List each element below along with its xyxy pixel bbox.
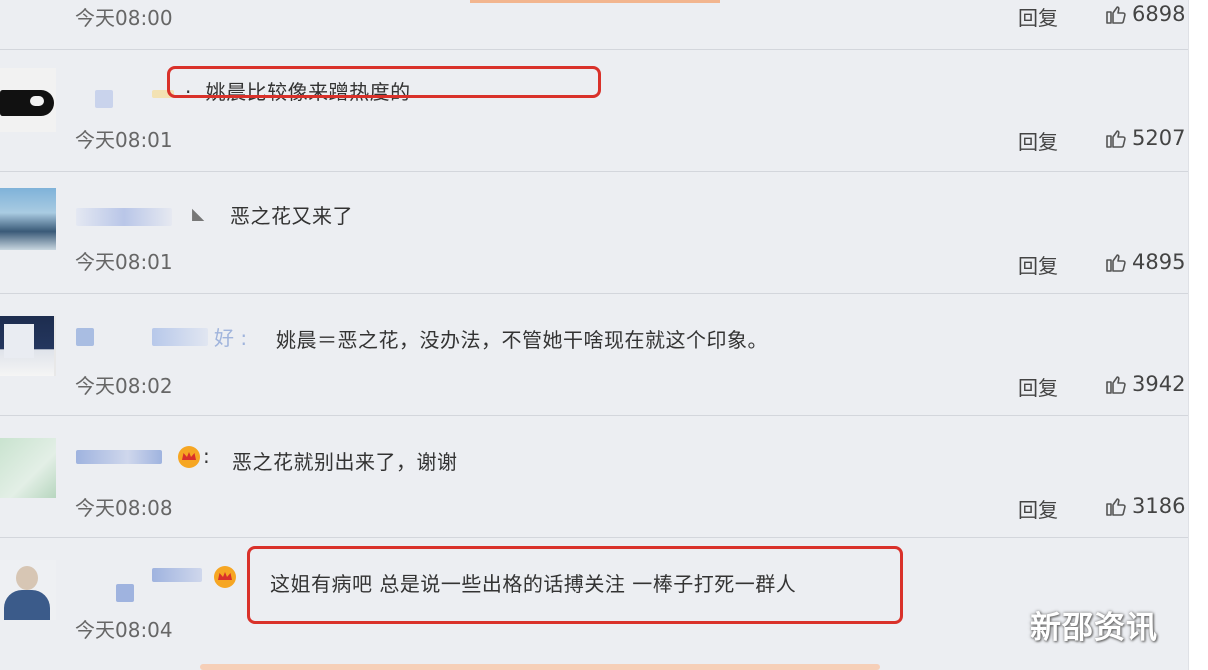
thumbs-up-icon	[1106, 498, 1126, 516]
comment-feed: 今天08:00 回复 6898 · 姚晨比较像来蹭热度的 今天08:01 回复 …	[0, 0, 1208, 670]
like-count: 3942	[1132, 372, 1186, 396]
highlight-box	[167, 66, 601, 98]
username-blurred[interactable]	[152, 328, 208, 346]
reply-button[interactable]: 回复	[1018, 2, 1058, 31]
like-button[interactable]: 3942	[1104, 372, 1185, 396]
comment-time: 今天08:04	[75, 618, 173, 642]
like-button[interactable]: 4895	[1104, 250, 1185, 274]
avatar[interactable]	[0, 438, 56, 498]
username-blurred[interactable]	[116, 584, 134, 602]
comment-time: 今天08:08	[75, 496, 173, 520]
username-blurred[interactable]	[76, 450, 162, 464]
comment-item: 这姐有病吧 总是说一些出格的话搏关注 一棒子打死一群人 今天08:04	[0, 538, 1188, 660]
watermark: 新邵资讯	[1030, 610, 1158, 646]
comment-item: : 恶之花就别出来了，谢谢 今天08:08 回复 3186	[0, 416, 1188, 538]
comment-text: 恶之花就别出来了，谢谢	[232, 450, 458, 474]
vip-crown-icon	[214, 566, 236, 588]
avatar[interactable]	[0, 560, 56, 620]
comment-time: 今天08:00	[75, 6, 173, 30]
username-blurred[interactable]	[152, 568, 202, 582]
username-fragment: 好 :	[214, 326, 248, 350]
scrollbar-track[interactable]	[1188, 0, 1208, 670]
username-blurred[interactable]	[95, 90, 113, 108]
reply-button[interactable]: 回复	[1018, 372, 1058, 401]
comment-time: 今天08:02	[75, 374, 173, 398]
comment-text: 恶之花又来了	[230, 204, 353, 228]
like-button[interactable]: 3186	[1104, 494, 1185, 518]
comment-item: 今天08:00 回复 6898	[0, 0, 1188, 50]
reply-button[interactable]: 回复	[1018, 250, 1058, 279]
username-blurred[interactable]	[76, 328, 94, 346]
like-button[interactable]: 5207	[1104, 126, 1185, 150]
comment-text: 姚晨＝恶之花，没办法，不管她干啥现在就这个印象。	[276, 328, 768, 352]
highlight-box	[247, 546, 903, 624]
comment-item: 好 : 姚晨＝恶之花，没办法，不管她干啥现在就这个印象。 今天08:02 回复 …	[0, 294, 1188, 416]
reply-button[interactable]: 回复	[1018, 494, 1058, 523]
vip-crown-icon	[178, 446, 200, 468]
avatar[interactable]	[0, 188, 56, 250]
like-count: 6898	[1132, 2, 1186, 26]
like-count: 4895	[1132, 250, 1186, 274]
bottom-divider	[200, 664, 880, 670]
avatar[interactable]	[0, 316, 56, 376]
like-count: 3186	[1132, 494, 1186, 518]
comment-time: 今天08:01	[75, 250, 173, 274]
like-count: 5207	[1132, 126, 1186, 150]
thumbs-up-icon	[1106, 6, 1126, 24]
comment-item: ◣ 恶之花又来了 今天08:01 回复 4895	[0, 172, 1188, 294]
thumbs-up-icon	[1106, 254, 1126, 272]
username-blurred[interactable]	[76, 208, 172, 226]
thumbs-up-icon	[1106, 130, 1126, 148]
like-button[interactable]: 6898	[1104, 2, 1185, 26]
avatar[interactable]	[0, 68, 56, 132]
comment-item: · 姚晨比较像来蹭热度的 今天08:01 回复 5207	[0, 50, 1188, 172]
reply-button[interactable]: 回复	[1018, 126, 1058, 155]
thumbs-up-icon	[1106, 376, 1126, 394]
comment-time: 今天08:01	[75, 128, 173, 152]
reply-marker-icon: ◣	[192, 204, 205, 223]
